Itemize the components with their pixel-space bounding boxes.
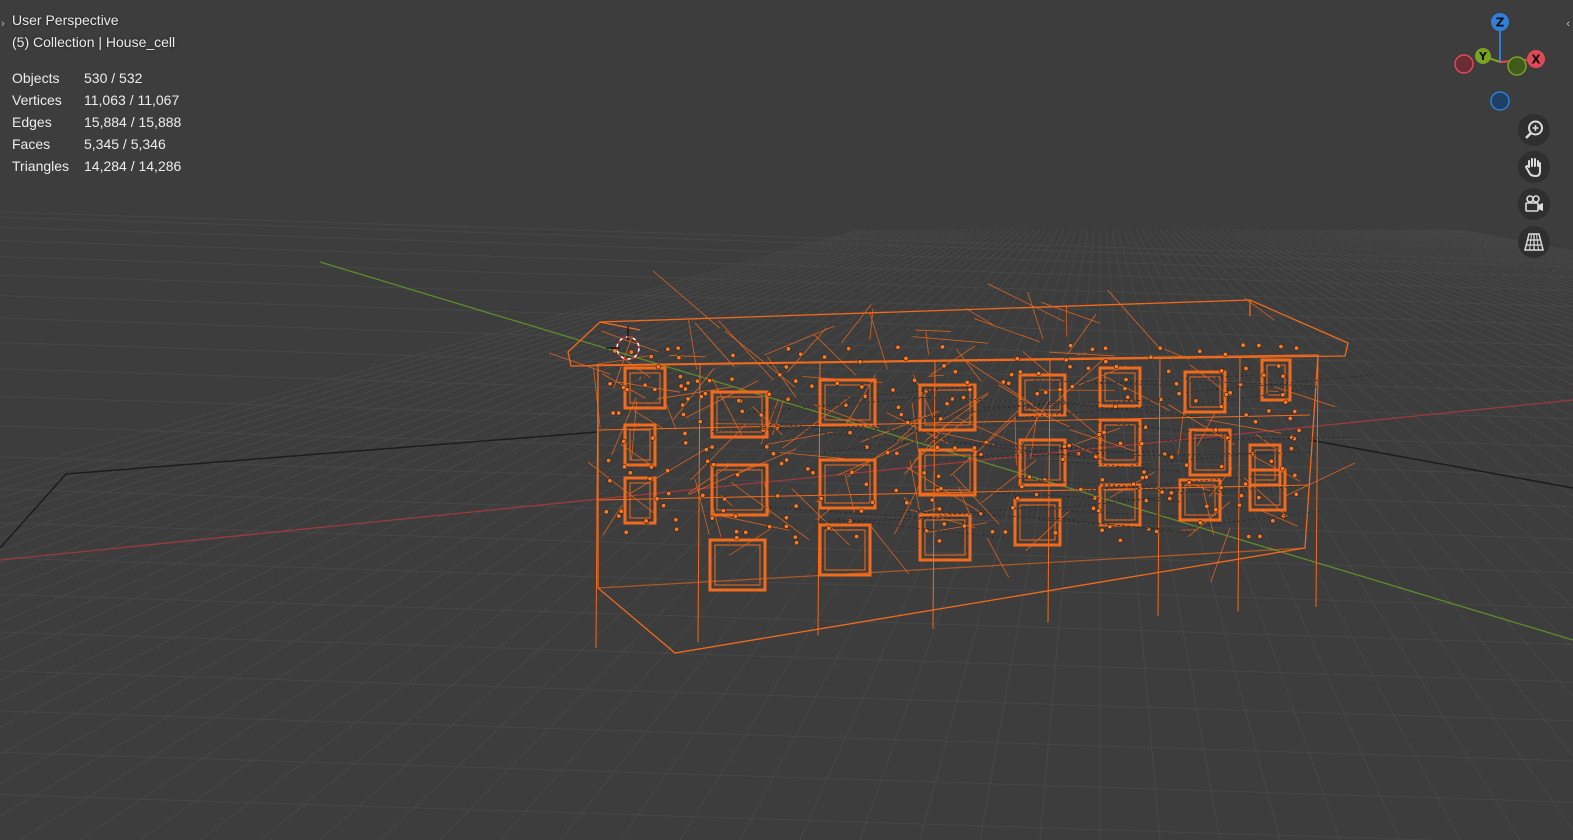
- stat-value: 15,884 / 15,888: [84, 114, 182, 130]
- stat-row-edges: Edges 15,884 / 15,888: [12, 111, 181, 133]
- view-name-label: User Perspective: [12, 12, 119, 28]
- stat-row-vertices: Vertices 11,063 / 11,067: [12, 89, 181, 111]
- gizmo-y-axis[interactable]: Y: [1475, 48, 1491, 64]
- gizmo-z-label: Z: [1496, 16, 1505, 30]
- sidebar-expand-arrow-icon[interactable]: ‹: [1566, 18, 1570, 30]
- zoom-in-icon: [1525, 120, 1543, 139]
- camera-icon: [1525, 195, 1543, 212]
- stat-value: 5,345 / 5,346: [84, 136, 166, 152]
- gizmo-y-label: Y: [1478, 50, 1488, 63]
- pan-button[interactable]: [1518, 151, 1550, 183]
- wireframe-detail: [548, 270, 1355, 649]
- stat-label: Triangles: [12, 158, 70, 174]
- stat-label: Faces: [12, 136, 51, 152]
- stat-row-objects: Objects 530 / 532: [12, 67, 181, 89]
- stat-row-faces: Faces 5,345 / 5,346: [12, 133, 181, 155]
- stat-label: Objects: [12, 70, 60, 86]
- gizmo-neg-y-axis[interactable]: [1507, 56, 1527, 76]
- x-axis-line: [0, 399, 1573, 561]
- stat-label: Vertices: [12, 92, 62, 108]
- camera-bounds-line-right: [1309, 439, 1573, 489]
- gizmo-x-axis[interactable]: X: [1527, 50, 1545, 68]
- 3d-viewport[interactable]: [0, 0, 1573, 840]
- grid-perspective-icon: [1524, 233, 1544, 251]
- stat-value: 14,284 / 14,286: [84, 158, 182, 174]
- stat-row-triangles: Triangles 14,284 / 14,286: [12, 155, 181, 177]
- toolbar-expand-arrow-icon[interactable]: ›: [1, 18, 5, 30]
- zoom-button[interactable]: [1518, 114, 1550, 146]
- gizmo-z-axis[interactable]: Z: [1491, 13, 1509, 31]
- camera-view-button[interactable]: [1518, 188, 1550, 220]
- gizmo-neg-z-axis[interactable]: [1490, 91, 1510, 111]
- stat-value: 11,063 / 11,067: [84, 92, 180, 108]
- scene-statistics: Objects 530 / 532 Vertices 11,063 / 11,0…: [12, 67, 181, 177]
- gizmo-x-label: X: [1531, 53, 1541, 67]
- perspective-toggle-button[interactable]: [1518, 226, 1550, 258]
- stat-value: 530 / 532: [84, 70, 143, 86]
- gizmo-neg-x-axis[interactable]: [1454, 54, 1474, 74]
- collection-object-label: (5) Collection | House_cell: [12, 34, 176, 50]
- navigation-gizmo[interactable]: Z X Y: [1448, 8, 1558, 113]
- stat-label: Edges: [12, 114, 52, 130]
- hand-icon: [1524, 158, 1541, 178]
